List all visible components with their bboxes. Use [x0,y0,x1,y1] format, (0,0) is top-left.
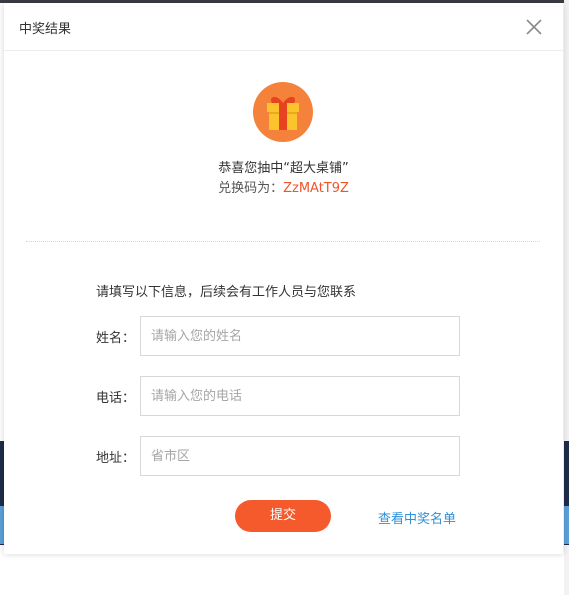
name-row: 姓名： [96,316,466,356]
name-input[interactable] [140,316,460,356]
address-row: 地址： [96,436,466,476]
phone-input[interactable] [140,376,460,416]
address-input[interactable] [140,436,460,476]
dotted-divider [26,241,540,242]
close-icon[interactable] [525,18,543,36]
dialog-header: 中奖结果 [4,3,563,51]
form-instructions: 请填写以下信息，后续会有工作人员与您联系 [96,285,357,300]
address-label: 地址： [96,451,136,466]
redeem-code-line: 兑换码为：ZzMAtT9Z [4,177,563,196]
page: 中奖结果 恭喜您抽中“超大桌铺” 兑换码为：ZzMAtT9Z 请填写以下信息，后… [0,0,569,595]
gift-icon [252,81,314,143]
view-winners-link[interactable]: 查看中奖名单 [378,508,456,527]
name-label: 姓名： [96,331,136,346]
phone-row: 电话： [96,376,466,416]
congrats-text: 恭喜您抽中“超大桌铺” [218,161,349,176]
submit-button[interactable]: 提交 [235,500,331,532]
redeem-code-value: ZzMAtT9Z [283,181,349,196]
prize-result-dialog: 中奖结果 恭喜您抽中“超大桌铺” 兑换码为：ZzMAtT9Z 请填写以下信息，后… [4,3,563,554]
background-banner-right-accent [564,506,569,544]
phone-label: 电话： [96,391,136,406]
redeem-code-label: 兑换码为： [218,181,284,196]
dialog-title: 中奖结果 [19,22,72,37]
